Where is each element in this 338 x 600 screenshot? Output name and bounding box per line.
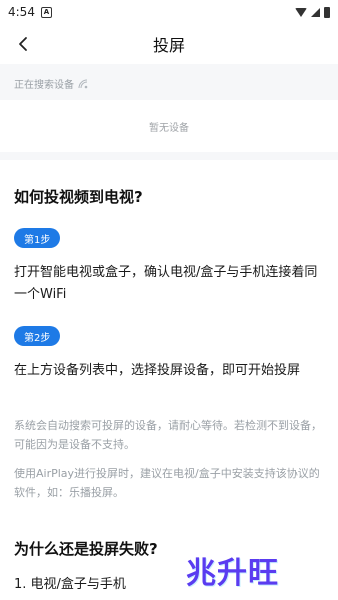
device-search-section: 正在搜索设备 暂无设备 [0,64,338,160]
radar-icon [78,79,88,88]
help-section: 如何投视频到电视? 第1步 打开智能电视或盒子，确认电视/盒子与手机连接着同一个… [0,168,338,600]
empty-device-text: 暂无设备 [149,122,189,134]
battery-icon [324,6,330,18]
chevron-left-icon [19,37,27,51]
status-bar: 4:54 A [0,0,338,24]
signal-icon [311,7,320,17]
status-time: 4:54 [8,5,35,19]
faq-title: 为什么还是投屏失败? [14,540,158,558]
device-list: 暂无设备 [0,100,338,152]
help-title: 如何投视频到电视? [14,188,143,206]
note-2: 使用AirPlay进行投屏时，建议在电视/盒子中安装支持该协议的软件，如：乐播投… [14,467,320,499]
status-right [295,6,330,18]
step1-text: 打开智能电视或盒子，确认电视/盒子与手机连接着同一个WiFi [14,265,318,302]
step1-badge: 第1步 [14,228,61,248]
title-bar: 投屏 [0,24,338,64]
notification-app-icon: A [40,6,52,18]
wifi-icon [295,7,307,17]
watermark-logo: 兆升旺 [186,556,279,591]
note-1: 系统会自动搜索可投屏的设备，请耐心等待。若检测不到设备，可能因为是设备不支持。 [14,419,322,451]
search-status-text: 正在搜索设备 [14,80,74,91]
status-left: 4:54 A [8,5,52,19]
step2-text: 在上方设备列表中，选择投屏设备，即可开始投屏 [14,363,301,378]
back-button[interactable] [12,32,36,56]
page-title: 投屏 [152,36,185,55]
search-status: 正在搜索设备 [14,76,88,91]
step2-badge: 第2步 [14,326,61,346]
